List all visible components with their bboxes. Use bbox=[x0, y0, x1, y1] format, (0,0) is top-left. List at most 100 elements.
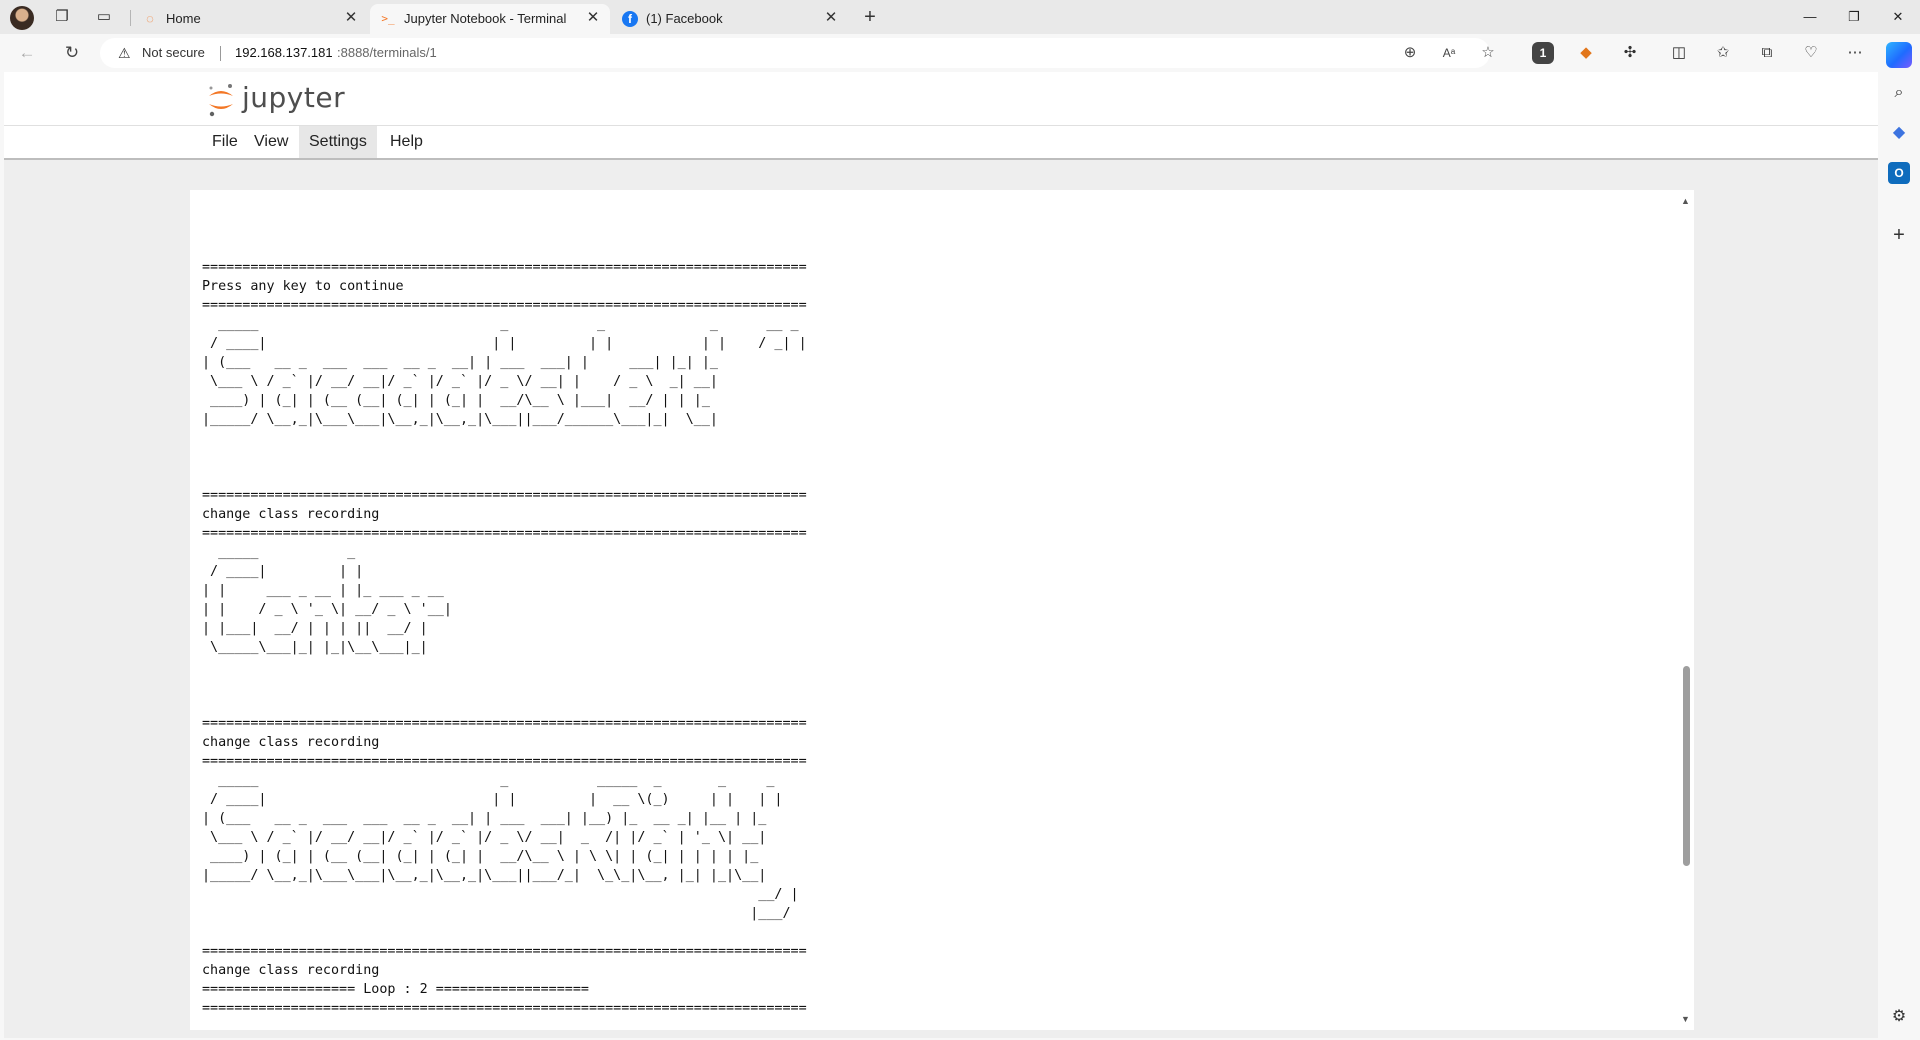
security-status[interactable]: Not secure bbox=[142, 45, 205, 60]
shopping-tag-icon[interactable]: ◆ bbox=[1888, 122, 1910, 144]
menu-view[interactable]: View bbox=[244, 126, 298, 158]
favorite-star-icon[interactable]: ☆ bbox=[1478, 44, 1498, 62]
terminal-line: | (___ __ _ ___ ___ __ _ __| | ___ ___| … bbox=[202, 811, 767, 826]
warning-icon[interactable]: ⚠ bbox=[118, 45, 134, 61]
close-icon[interactable]: ✕ bbox=[342, 9, 360, 27]
extensions-puzzle-icon[interactable]: ✣ bbox=[1619, 42, 1641, 64]
terminal-line: _____ _ _ _ __ _ bbox=[202, 317, 799, 332]
close-icon[interactable]: ✕ bbox=[584, 9, 602, 27]
profile-avatar[interactable] bbox=[10, 6, 34, 30]
omnibox-separator bbox=[220, 46, 221, 61]
browser-essentials-icon[interactable]: ♡ bbox=[1800, 42, 1822, 64]
terminal-line: / ____| | | bbox=[202, 564, 364, 579]
terminal-line: change class recording bbox=[202, 963, 380, 978]
terminal-line: / ____| | | | __ \(_) | | | | bbox=[202, 792, 783, 807]
copilot-icon[interactable] bbox=[1886, 42, 1912, 68]
scroll-up-arrow-icon[interactable]: ▲ bbox=[1681, 196, 1690, 206]
scrollbar-thumb[interactable] bbox=[1683, 666, 1690, 866]
scroll-down-arrow-icon[interactable]: ▼ bbox=[1681, 1014, 1690, 1024]
terminal-line: | | ___ _ __ | |_ ___ _ __ bbox=[202, 583, 444, 598]
jupyter-logo-icon bbox=[209, 84, 233, 117]
jupyter-logo-text: jupyter bbox=[242, 81, 346, 114]
tab-home[interactable]: ◌ Home ✕ bbox=[132, 4, 368, 34]
jupyter-icon: ◌ bbox=[146, 11, 154, 26]
minimize-icon[interactable]: — bbox=[1788, 0, 1832, 34]
collections-icon[interactable]: ⧉ bbox=[1756, 42, 1778, 64]
terminal-line: | | / _ \ '_ \| __/ _ \ '__| bbox=[202, 602, 452, 617]
zoom-icon[interactable]: ⊕ bbox=[1400, 44, 1420, 62]
terminal-scrollbar[interactable]: ▲ ▼ bbox=[1678, 190, 1694, 1030]
jupyter-page: jupyter File View Settings Help ========… bbox=[4, 72, 1878, 1038]
menu-settings[interactable]: Settings bbox=[299, 126, 377, 158]
url-host: 192.168.137.181 bbox=[235, 45, 333, 60]
terminal-icon: >_ bbox=[381, 12, 395, 25]
terminal-line: change class recording bbox=[202, 735, 380, 750]
read-aloud-icon[interactable]: Aᵃ bbox=[1439, 44, 1459, 62]
facebook-icon: f bbox=[622, 11, 638, 27]
tab-terminal[interactable]: >_ Jupyter Notebook - Terminal ✕ bbox=[370, 4, 610, 34]
favorites-icon[interactable]: ✩ bbox=[1712, 42, 1734, 64]
metamask-fox-icon[interactable]: ◆ bbox=[1575, 42, 1597, 64]
terminal-line: | |___| __/ | | | || __/ | bbox=[202, 621, 428, 636]
restore-icon[interactable]: ❐ bbox=[1832, 0, 1876, 34]
search-icon[interactable]: ⌕ bbox=[1888, 82, 1910, 104]
edge-sidebar: ⌕ ◆ O + ⚙ bbox=[1878, 34, 1920, 1040]
terminal-line: ========================================… bbox=[202, 944, 807, 959]
split-screen-icon[interactable]: ◫ bbox=[1668, 42, 1690, 64]
terminal-line: ========================================… bbox=[202, 1001, 807, 1016]
tab-facebook[interactable]: f (1) Facebook ✕ bbox=[612, 4, 848, 34]
terminal-line: |_____/ \__,_|\___\___|\__,_|\__,_|\___|… bbox=[202, 868, 767, 883]
workspaces-icon[interactable]: ❐ bbox=[52, 7, 72, 27]
tab-title: Home bbox=[166, 11, 201, 26]
terminal-line: | (___ __ _ ___ ___ __ _ __| | ___ ___| … bbox=[202, 355, 718, 370]
terminal-line: \___ \ / _` |/ __/ __|/ _` |/ _` |/ _ \/… bbox=[202, 374, 718, 389]
terminal-line: \_____\___|_| |_|\__\___|_| bbox=[202, 640, 428, 655]
tab-actions-icon[interactable]: ▭ bbox=[94, 7, 114, 27]
tab-title: (1) Facebook bbox=[646, 11, 723, 26]
terminal-line: _____ _ _____ _ _ _ bbox=[202, 773, 775, 788]
terminal-line: ========================================… bbox=[202, 754, 807, 769]
jupyter-logo[interactable]: jupyter bbox=[206, 80, 396, 120]
back-icon[interactable]: ← bbox=[16, 42, 38, 64]
sidebar-settings-gear-icon[interactable]: ⚙ bbox=[1888, 1006, 1910, 1028]
terminal-line: ========================================… bbox=[202, 260, 807, 275]
jupyter-menubar: File View Settings Help bbox=[4, 126, 1878, 160]
terminal-panel[interactable]: ========================================… bbox=[190, 190, 1694, 1030]
add-sidebar-app-icon[interactable]: + bbox=[1888, 224, 1910, 246]
outlook-icon[interactable]: O bbox=[1888, 162, 1910, 184]
terminal-line: _____ _ bbox=[202, 545, 356, 560]
terminal-line: / ____| | | | | | | / _| | bbox=[202, 336, 807, 351]
close-window-icon[interactable]: ✕ bbox=[1876, 0, 1920, 34]
terminal-line: ____) | (_| | (__ (__| (_| | (_| | __/\_… bbox=[202, 849, 759, 864]
terminal-line: \___ \ / _` |/ __/ __|/ _` |/ _` |/ _ \/… bbox=[202, 830, 767, 845]
password-manager-icon[interactable]: 1 bbox=[1532, 42, 1554, 64]
terminal-line: ========================================… bbox=[202, 526, 807, 541]
close-icon[interactable]: ✕ bbox=[822, 9, 840, 27]
new-tab-button[interactable]: + bbox=[860, 7, 880, 27]
url-path: :8888/terminals/1 bbox=[337, 45, 437, 60]
refresh-icon[interactable]: ↻ bbox=[61, 42, 83, 64]
tab-title: Jupyter Notebook - Terminal bbox=[404, 11, 567, 26]
terminal-line: ========================================… bbox=[202, 716, 807, 731]
terminal-line: ____) | (_| | (__ (__| (_| | (_| | __/\_… bbox=[202, 393, 710, 408]
terminal-line: ========================================… bbox=[202, 488, 807, 503]
menu-file[interactable]: File bbox=[202, 126, 248, 158]
jupyter-header: jupyter bbox=[4, 72, 1878, 126]
terminal-output[interactable]: ========================================… bbox=[202, 258, 807, 1018]
tab-separator bbox=[130, 10, 131, 26]
address-field[interactable]: ⚠ Not secure 192.168.137.181 :8888/termi… bbox=[100, 38, 1495, 68]
browser-tab-bar: ❐ ▭ ◌ Home ✕ >_ Jupyter Notebook - Termi… bbox=[0, 0, 1920, 34]
terminal-line: |___/ bbox=[202, 906, 791, 921]
menu-help[interactable]: Help bbox=[380, 126, 433, 158]
more-menu-icon[interactable]: ⋯ bbox=[1844, 42, 1866, 64]
terminal-line: change class recording bbox=[202, 507, 380, 522]
terminal-line: =================== Loop : 2 ===========… bbox=[202, 982, 589, 997]
terminal-line: ========================================… bbox=[202, 298, 807, 313]
terminal-line: |_____/ \__,_|\___\___|\__,_|\__,_|\___|… bbox=[202, 412, 718, 427]
